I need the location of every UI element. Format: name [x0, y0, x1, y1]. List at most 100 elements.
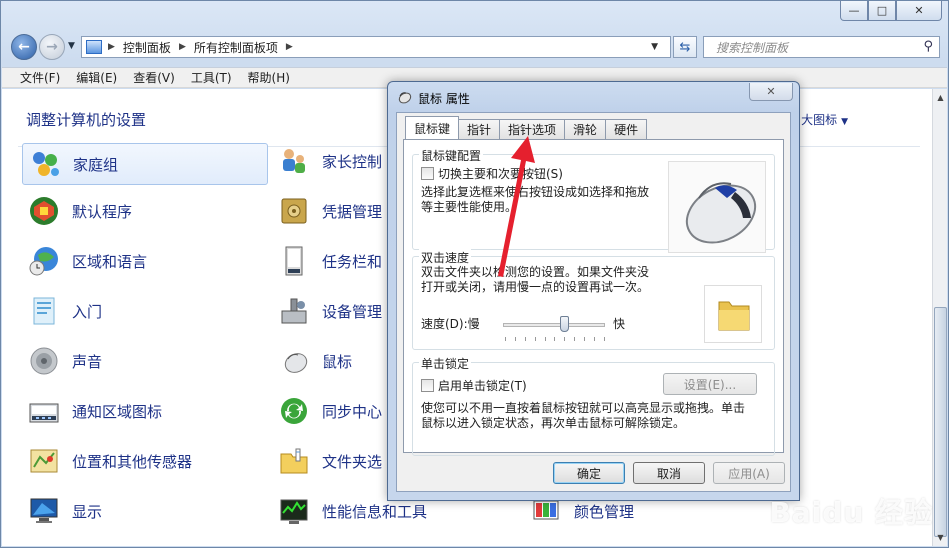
desc-line: 选择此复选框来使右按钮设成如选择和拖放	[421, 185, 650, 199]
item-location-sensors[interactable]: 位置和其他传感器	[28, 445, 192, 477]
menu-file[interactable]: 文件(F)	[20, 69, 60, 86]
address-bar[interactable]: ▶ 控制面板 ▶ 所有控制面板项 ▶ ▼	[81, 36, 671, 58]
item-label: 任务栏和	[322, 252, 383, 271]
scroll-thumb[interactable]	[934, 307, 947, 537]
mouse-properties-dialog: 鼠标 属性 ✕ 鼠标键 指针 指针选项 滑轮 硬件 鼠标键配置 切换主要和次要按…	[387, 81, 800, 501]
breadcrumb-control-panel[interactable]: 控制面板	[123, 39, 171, 56]
item-notification-icons[interactable]: 通知区域图标	[28, 395, 162, 427]
switch-buttons-checkbox[interactable]: 切换主要和次要按钮(S)	[421, 165, 563, 182]
menu-edit[interactable]: 编辑(E)	[76, 69, 117, 86]
tab-pointer-options[interactable]: 指针选项	[499, 119, 566, 139]
desc-line: 使您可以不用一直按着鼠标按钮就可以高亮显示或拖拽。单击	[421, 401, 746, 415]
item-label: 通知区域图标	[72, 402, 163, 421]
item-folder-options[interactable]: 文件夹选	[278, 445, 382, 477]
vault-icon	[281, 198, 307, 224]
tab-hardware[interactable]: 硬件	[605, 119, 648, 139]
sync-icon	[281, 398, 307, 424]
view-selector-label: 大图标	[801, 113, 838, 127]
item-mouse[interactable]: 鼠标	[278, 345, 352, 377]
item-taskbar[interactable]: 任务栏和	[278, 245, 382, 277]
search-icon[interactable]: ⚲	[923, 39, 933, 54]
menu-view[interactable]: 查看(V)	[133, 69, 175, 86]
close-button[interactable]: ✕	[896, 1, 942, 21]
tab-pointers[interactable]: 指针	[458, 119, 501, 139]
tab-buttons[interactable]: 鼠标键	[405, 116, 460, 139]
item-label: 设备管理	[322, 302, 383, 321]
click-lock-description: 使您可以不用一直按着鼠标按钮就可以高亮显示或拖拽。单击 鼠标以进入锁定状态，再次…	[421, 401, 745, 431]
scroll-down-icon[interactable]: ▼	[934, 530, 947, 545]
double-click-speed-slider[interactable]	[503, 323, 605, 327]
checkbox-label: 切换主要和次要按钮(S)	[438, 167, 563, 181]
checkbox-box[interactable]	[421, 167, 434, 180]
minimize-button[interactable]: —	[840, 1, 868, 21]
scroll-up-icon[interactable]: ▲	[934, 90, 947, 105]
ok-button[interactable]: 确定	[553, 462, 625, 484]
globe-clock-icon	[29, 247, 58, 276]
caption-buttons: — □ ✕	[840, 1, 942, 21]
maximize-button[interactable]: □	[868, 1, 896, 21]
item-sound[interactable]: 声音	[28, 345, 102, 377]
desc-line: 打开或关闭，请用慢一点的设置再试一次。	[421, 280, 650, 294]
folder-icon	[718, 301, 750, 331]
desc-line: 等主要性能使用。	[421, 200, 518, 214]
item-label: 颜色管理	[574, 502, 635, 521]
performance-icon	[280, 499, 308, 524]
item-display[interactable]: 显示	[28, 495, 102, 527]
item-label: 入门	[72, 302, 103, 321]
dialog-title: 鼠标 属性	[418, 92, 470, 106]
breadcrumb-separator-icon[interactable]: ▶	[108, 42, 115, 52]
group-title: 双击速度	[419, 249, 472, 266]
item-label: 位置和其他传感器	[72, 452, 193, 471]
item-label: 默认程序	[72, 202, 133, 221]
menu-tools[interactable]: 工具(T)	[191, 69, 232, 86]
fast-label: 快	[613, 317, 626, 331]
search-placeholder: 搜索控制面板	[716, 40, 789, 55]
speaker-icon	[30, 347, 58, 375]
arrow-left-icon: ←	[18, 39, 30, 55]
breadcrumb-separator-icon[interactable]: ▶	[179, 42, 186, 52]
item-sync-center[interactable]: 同步中心	[278, 395, 382, 427]
cancel-button[interactable]: 取消	[633, 462, 705, 484]
refresh-icon: ⇆	[679, 39, 691, 55]
back-button[interactable]: ←	[11, 34, 37, 60]
item-label: 家长控制	[322, 152, 383, 171]
item-default-programs[interactable]: 默认程序	[28, 195, 132, 227]
address-dropdown-icon[interactable]: ▼	[651, 42, 658, 52]
item-label: 鼠标	[322, 352, 353, 371]
control-panel-icon	[86, 40, 102, 54]
chevron-down-icon: ▼	[841, 117, 848, 127]
dialog-close-button[interactable]: ✕	[749, 83, 793, 101]
search-input[interactable]: 搜索控制面板 ⚲	[703, 36, 940, 58]
item-label: 文件夹选	[322, 452, 383, 471]
button-config-description: 选择此复选框来使右按钮设成如选择和拖放 等主要性能使用。	[421, 185, 649, 215]
group-button-config: 鼠标键配置 切换主要和次要按钮(S) 选择此复选框来使右按钮设成如选择和拖放 等…	[412, 147, 775, 253]
item-homegroup[interactable]: 家庭组	[22, 143, 268, 185]
breadcrumb-all-items[interactable]: 所有控制面板项	[194, 39, 278, 56]
menu-help[interactable]: 帮助(H)	[248, 69, 290, 86]
item-parental-controls[interactable]: 家长控制	[278, 145, 382, 177]
forward-button[interactable]: →	[39, 34, 65, 60]
tab-wheel[interactable]: 滑轮	[564, 119, 607, 139]
checkbox-box[interactable]	[421, 379, 434, 392]
item-credential-manager[interactable]: 凭据管理	[278, 195, 382, 227]
taskbar-icon	[285, 246, 303, 276]
item-region-language[interactable]: 区域和语言	[28, 245, 147, 277]
vertical-scrollbar[interactable]: ▲ ▼	[932, 89, 947, 546]
breadcrumb-separator-icon[interactable]: ▶	[286, 42, 293, 52]
group-title: 单击锁定	[419, 355, 472, 372]
item-label: 区域和语言	[72, 252, 148, 271]
test-folder[interactable]	[704, 285, 762, 343]
item-device-manager[interactable]: 设备管理	[278, 295, 382, 327]
slider-thumb[interactable]	[560, 316, 570, 332]
click-lock-settings-button[interactable]: 设置(E)...	[663, 373, 757, 395]
refresh-button[interactable]: ⇆	[673, 36, 697, 58]
click-lock-checkbox[interactable]: 启用单击锁定(T)	[421, 377, 527, 394]
view-selector[interactable]: 大图标 ▼	[801, 111, 848, 128]
history-dropdown-icon[interactable]: ▼	[68, 41, 75, 51]
default-programs-icon	[30, 197, 58, 225]
desc-line: 鼠标以进入锁定状态，再次单击鼠标可解除锁定。	[421, 416, 686, 430]
parental-controls-icon	[283, 149, 305, 173]
item-getting-started[interactable]: 入门	[28, 295, 102, 327]
apply-button[interactable]: 应用(A)	[713, 462, 785, 484]
getting-started-icon	[33, 297, 55, 325]
